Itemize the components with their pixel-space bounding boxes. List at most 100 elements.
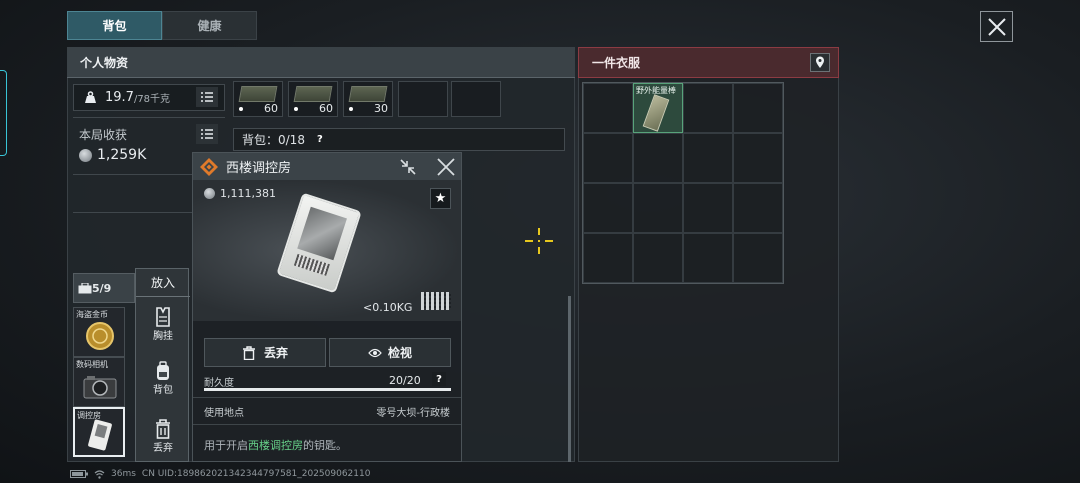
item-weight: <0.10KG — [363, 301, 413, 314]
location-pin-icon — [816, 56, 824, 68]
grid-cell[interactable] — [683, 133, 733, 183]
use-location-row: 使用地点 零号大坝-行政楼 — [193, 397, 461, 425]
vest-icon — [156, 307, 170, 327]
container-count: 5/9 — [92, 281, 112, 295]
grid-cell[interactable] — [733, 133, 783, 183]
location-pin-button[interactable] — [810, 53, 830, 72]
item-size-grid-icon — [421, 292, 451, 310]
backpack-capacity-bar: 背包：0/18 ? — [233, 128, 565, 151]
keycard-photo — [297, 206, 347, 261]
wifi-icon — [94, 469, 105, 479]
grid-cell-energy-bar[interactable]: 野外能量棒 — [633, 83, 683, 133]
help-icon[interactable]: ? — [432, 372, 446, 386]
menu-item-vest[interactable]: 胸挂 — [136, 307, 190, 342]
case-icon — [78, 283, 92, 294]
slot-dot — [239, 107, 243, 111]
context-menu-title: 放入 — [136, 269, 190, 297]
item-label: 海盗金币 — [76, 310, 108, 319]
inventory-tabs: 背包 健康 — [67, 11, 257, 40]
loot-value: 1,259K — [79, 147, 146, 163]
clothing-header: 一件衣服 — [578, 47, 839, 78]
uid-text: CN UID:18986202134234479758​1_2025090621… — [141, 469, 371, 479]
help-icon[interactable]: ? — [313, 133, 327, 147]
grid-cell[interactable] — [733, 183, 783, 233]
tab-health[interactable]: 健康 — [162, 11, 257, 40]
slot-dot — [294, 107, 298, 111]
keycard-image — [276, 192, 362, 294]
ammo-icon — [348, 86, 388, 102]
container-item-selected[interactable]: 调控房 — [73, 407, 125, 457]
ammo-slot[interactable]: 60 — [288, 81, 338, 117]
key-item-icon — [200, 158, 218, 176]
container-item[interactable]: 数码相机 — [73, 357, 125, 407]
status-bar: 36ms CN UID:18986202134234479758​1_20250… — [70, 469, 370, 479]
close-icon — [987, 17, 1006, 36]
ammo-count: 60 — [319, 102, 333, 115]
divider — [73, 117, 225, 118]
durability-fill — [204, 388, 451, 391]
battery-icon — [70, 470, 88, 478]
item-description: 用于开启西楼调控房的钥匙。 — [204, 437, 347, 453]
use-location-value: 零号大坝-行政楼 — [376, 407, 450, 419]
desc-highlight: 西楼调控房 — [248, 439, 303, 452]
weight-max: /78千克 — [133, 94, 171, 105]
ping-value: 36ms — [111, 469, 136, 479]
desc-suffix: 的钥匙。 — [303, 439, 347, 452]
grid-cell[interactable] — [583, 83, 633, 133]
crosshair-icon — [525, 228, 553, 254]
grid-cell[interactable] — [633, 133, 683, 183]
clothing-title: 一件衣服 — [592, 56, 641, 70]
close-button[interactable] — [980, 11, 1013, 42]
trash-icon — [242, 345, 255, 360]
inspect-button[interactable]: 检视 — [329, 338, 451, 367]
backpack-icon — [157, 361, 169, 380]
ammo-count: 30 — [374, 102, 388, 115]
grid-cell[interactable] — [683, 233, 733, 283]
backpack-capacity: 背包：0/18 — [242, 133, 305, 147]
grid-cell[interactable] — [583, 183, 633, 233]
grid-cell[interactable] — [683, 183, 733, 233]
durability-label: 耐久度 — [204, 378, 234, 389]
menu-item-discard[interactable]: 丢弃 — [136, 419, 190, 454]
menu-item-label: 丢弃 — [153, 443, 173, 454]
grid-cell[interactable] — [583, 233, 633, 283]
container-item[interactable]: 海盗金币 — [73, 307, 125, 357]
grid-cell[interactable] — [633, 233, 683, 283]
left-edge-handle[interactable] — [0, 70, 7, 156]
durability-bar — [204, 388, 451, 391]
item-price: 1,111,381 — [204, 187, 276, 200]
slot-dot — [349, 107, 353, 111]
ammo-slot[interactable]: 60 — [233, 81, 283, 117]
loot-list-button[interactable] — [196, 124, 218, 144]
personal-panel-header: 个人物资 — [67, 47, 575, 78]
weight-icon — [85, 91, 96, 103]
coin-icon — [204, 188, 215, 199]
empty-slot[interactable] — [451, 81, 501, 117]
menu-item-label: 胸挂 — [153, 331, 173, 342]
scrollbar[interactable] — [568, 296, 571, 462]
grid-cell[interactable] — [733, 83, 783, 133]
grid-cell[interactable] — [633, 183, 683, 233]
grid-cell[interactable] — [733, 233, 783, 283]
durability-value: 20/20 — [389, 374, 421, 387]
discard-button[interactable]: 丢弃 — [204, 338, 326, 367]
grid-cell[interactable] — [583, 133, 633, 183]
list-icon — [201, 129, 213, 139]
menu-item-label: 背包 — [153, 385, 173, 396]
ammo-slot[interactable]: 30 — [343, 81, 393, 117]
favorite-button[interactable]: ★ — [430, 188, 451, 209]
use-location-label: 使用地点 — [204, 407, 244, 419]
tab-backpack[interactable]: 背包 — [67, 11, 162, 40]
sort-list-button[interactable] — [196, 87, 218, 107]
clothing-grid: 野外能量棒 — [582, 82, 784, 284]
close-icon[interactable] — [437, 158, 455, 176]
context-menu: 放入 胸挂 背包 丢弃 — [135, 268, 190, 462]
item-label: 数码相机 — [76, 360, 108, 369]
ammo-icon — [293, 86, 333, 102]
menu-item-backpack[interactable]: 背包 — [136, 361, 190, 396]
empty-slot[interactable] — [398, 81, 448, 117]
collapse-icon[interactable] — [399, 158, 417, 176]
desc-prefix: 用于开启 — [204, 439, 248, 452]
grid-cell[interactable] — [683, 83, 733, 133]
secure-container-tab[interactable]: 5/9 — [73, 273, 135, 303]
